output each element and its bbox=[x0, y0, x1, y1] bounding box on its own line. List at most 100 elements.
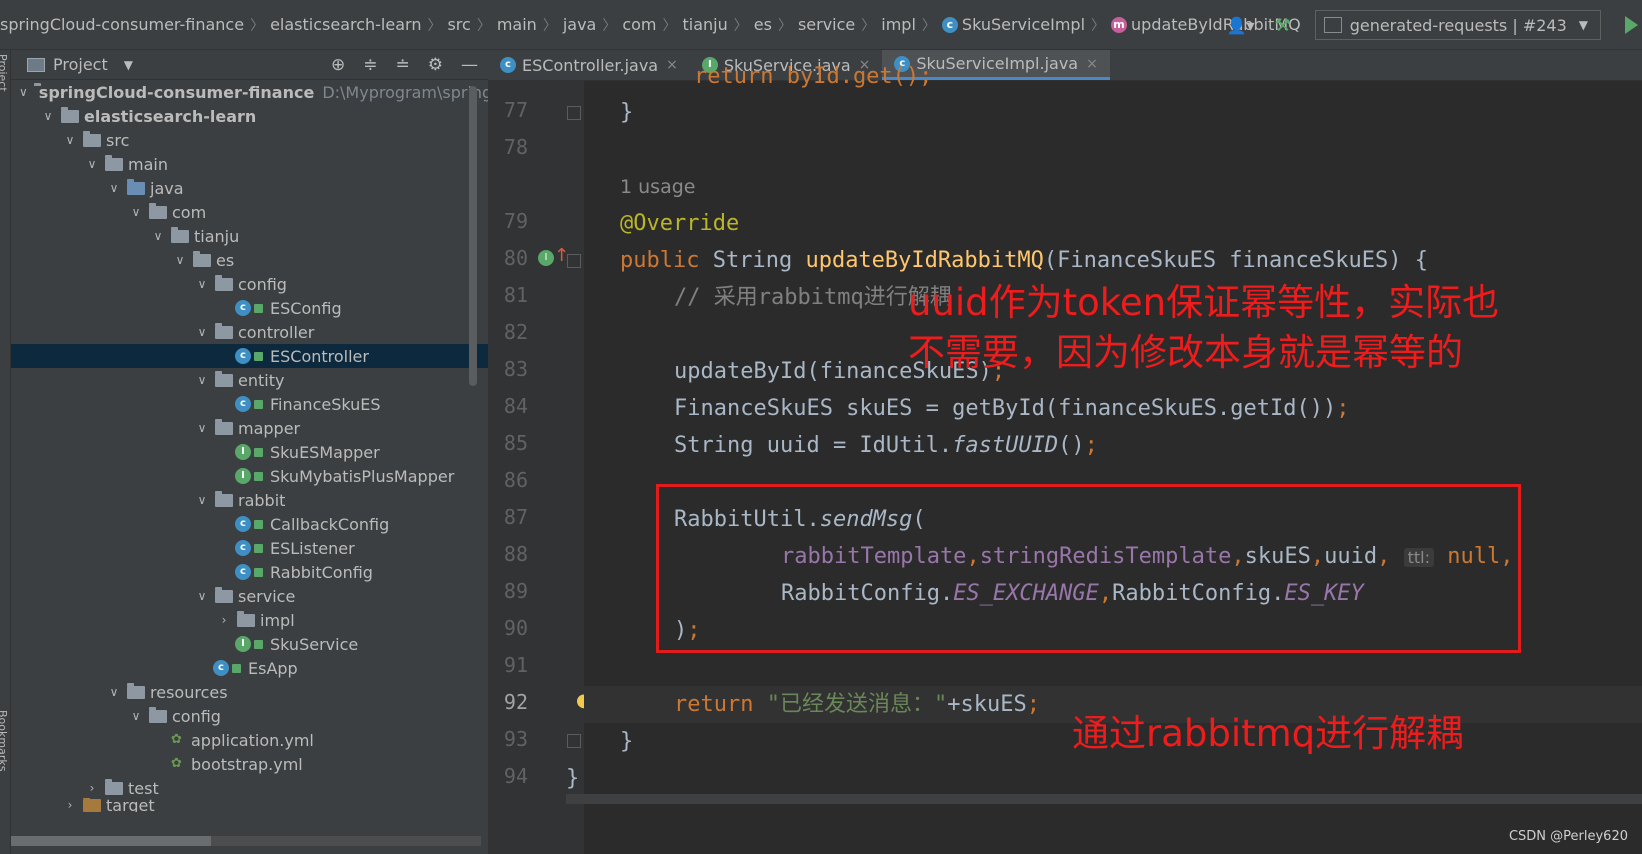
tree-item-rabbit[interactable]: ∨ rabbit bbox=[11, 488, 488, 512]
expand-all-icon[interactable]: ≑ bbox=[363, 55, 377, 75]
line-number: 83 bbox=[503, 357, 528, 381]
chevron-down-icon[interactable]: ∨ bbox=[195, 589, 209, 603]
breadcrumb-label: java bbox=[562, 15, 597, 34]
fold-marker-icon[interactable] bbox=[567, 106, 581, 120]
code-token: } bbox=[566, 766, 580, 791]
tree-item-tianju[interactable]: ∨ tianju bbox=[11, 224, 488, 248]
tree-item-project-root[interactable]: ∨ springCloud-consumer-finance D:\Myprogra… bbox=[11, 80, 488, 104]
chevron-down-icon[interactable]: ∨ bbox=[195, 421, 209, 435]
tree-item-entity[interactable]: ∨ entity bbox=[11, 368, 488, 392]
build-hammer-icon[interactable]: ⚒ bbox=[1275, 15, 1291, 36]
tree-item-es[interactable]: ∨ es bbox=[11, 248, 488, 272]
tree-item-callbackconfig[interactable]: c CallbackConfig bbox=[11, 512, 488, 536]
implements-method-icon[interactable]: I bbox=[538, 250, 554, 266]
locate-icon[interactable]: ⊕ bbox=[331, 55, 345, 75]
tree-item-config[interactable]: ∨ config bbox=[11, 272, 488, 296]
code-line: } bbox=[620, 94, 633, 131]
tree-item-src[interactable]: ∨ src bbox=[11, 128, 488, 152]
toolbar: 👤▾ ⚒ generated-requests | #243 ▼ bbox=[1227, 9, 1642, 41]
breadcrumb-item-main[interactable]: main 〉 bbox=[497, 15, 563, 35]
chevron-down-icon[interactable]: ∨ bbox=[107, 181, 121, 195]
tree-item-rabbitconfig[interactable]: c RabbitConfig bbox=[11, 560, 488, 584]
tree-item-label: elasticsearch-learn bbox=[84, 106, 257, 126]
breadcrumb-item-service[interactable]: service 〉 bbox=[798, 15, 881, 35]
tab-escontroller[interactable]: c ESController.java × bbox=[488, 50, 690, 80]
breadcrumb-item-java[interactable]: java 〉 bbox=[563, 15, 623, 35]
tree-item-escontroller[interactable]: c ESController bbox=[11, 344, 488, 368]
tree-item-skuservice[interactable]: I SkuService bbox=[11, 632, 488, 656]
tree-item-main[interactable]: ∨ main bbox=[11, 152, 488, 176]
tree-item-esconfig[interactable]: c ESConfig bbox=[11, 296, 488, 320]
close-icon[interactable]: × bbox=[1086, 56, 1098, 72]
code-line: } bbox=[566, 760, 579, 797]
tree-item-application-yml[interactable]: ✿ application.yml bbox=[11, 728, 488, 752]
tree-item-skumybatisplusmapper[interactable]: I SkuMybatisPlusMapper bbox=[11, 464, 488, 488]
run-icon[interactable] bbox=[1625, 16, 1638, 34]
breadcrumb-item-src[interactable]: src 〉 bbox=[447, 15, 496, 35]
fold-marker-icon[interactable] bbox=[567, 254, 581, 268]
vertical-scrollbar[interactable] bbox=[469, 86, 477, 386]
bookmarks-tool-button[interactable]: Bookmarks bbox=[0, 710, 9, 771]
breadcrumb-item-es[interactable]: es 〉 bbox=[754, 15, 798, 35]
run-configuration-select[interactable]: generated-requests | #243 ▼ bbox=[1314, 10, 1601, 40]
tree-item-java[interactable]: ∨ java bbox=[11, 176, 488, 200]
scrollbar-thumb[interactable] bbox=[11, 836, 211, 846]
tree-item-resources-config[interactable]: ∨ config bbox=[11, 704, 488, 728]
breadcrumb-item-impl[interactable]: impl 〉 bbox=[881, 15, 942, 35]
tree-item-esapp[interactable]: c EsApp bbox=[11, 656, 488, 680]
tree-item-controller[interactable]: ∨ controller bbox=[11, 320, 488, 344]
project-tool-window: Project ▼ ⊕ ≑ ≐ ⚙ — ∨ springCloud-consume… bbox=[11, 50, 488, 854]
breadcrumb-label: elasticsearch-learn bbox=[270, 15, 422, 34]
gear-icon[interactable]: ⚙ bbox=[428, 55, 443, 75]
hide-icon[interactable]: — bbox=[461, 55, 478, 75]
breadcrumb-item-class[interactable]: c SkuServiceImpl 〉 bbox=[941, 15, 1111, 35]
breadcrumb-item-tianju[interactable]: tianju 〉 bbox=[683, 15, 754, 35]
breadcrumb-item-project[interactable]: springCloud-consumer-finance 〉 bbox=[0, 15, 270, 35]
tree-item-bootstrap-yml[interactable]: ✿ bootstrap.yml bbox=[11, 752, 488, 776]
chevron-down-icon[interactable]: ∨ bbox=[85, 157, 99, 171]
tree-item-impl[interactable]: › impl bbox=[11, 608, 488, 632]
chevron-down-icon[interactable]: ∨ bbox=[107, 685, 121, 699]
fold-marker-icon[interactable] bbox=[567, 734, 581, 748]
arrow-up-icon[interactable]: ↑ bbox=[554, 245, 569, 266]
chevron-down-icon[interactable]: ∨ bbox=[195, 373, 209, 387]
tree-item-target[interactable]: › target bbox=[11, 798, 488, 812]
chevron-right-icon[interactable]: › bbox=[85, 781, 99, 795]
tree-item-eslistener[interactable]: c ESListener bbox=[11, 536, 488, 560]
chevron-down-icon[interactable]: ∨ bbox=[19, 85, 28, 99]
tree-item-mapper[interactable]: ∨ mapper bbox=[11, 416, 488, 440]
chevron-right-icon[interactable]: › bbox=[217, 613, 231, 627]
tree-item-resources[interactable]: ∨ resources bbox=[11, 680, 488, 704]
project-tool-button[interactable]: Project bbox=[0, 54, 9, 92]
tree-item-service[interactable]: ∨ service bbox=[11, 584, 488, 608]
chevron-down-icon[interactable]: ∨ bbox=[195, 277, 209, 291]
chevron-down-icon[interactable]: ∨ bbox=[151, 229, 165, 243]
user-icon[interactable]: 👤▾ bbox=[1227, 16, 1255, 35]
chevron-down-icon[interactable]: ∨ bbox=[63, 133, 77, 147]
line-number-gutter[interactable]: 77 78 79 80 81 82 83 84 85 86 87 88 89 9… bbox=[488, 80, 592, 854]
chevron-down-icon[interactable]: ▼ bbox=[124, 58, 133, 72]
chevron-down-icon[interactable]: ∨ bbox=[195, 325, 209, 339]
chevron-down-icon[interactable]: ∨ bbox=[173, 253, 187, 267]
breadcrumb-item-module[interactable]: elasticsearch-learn 〉 bbox=[270, 15, 447, 35]
tree-item-module[interactable]: ∨ elasticsearch-learn bbox=[11, 104, 488, 128]
close-icon[interactable]: × bbox=[666, 57, 678, 73]
tree-item-skuesmapper[interactable]: I SkuESMapper bbox=[11, 440, 488, 464]
chevron-right-icon[interactable]: › bbox=[63, 798, 77, 812]
chevron-down-icon[interactable]: ∨ bbox=[41, 109, 55, 123]
horizontal-scrollbar[interactable] bbox=[11, 836, 481, 846]
tree-item-financeskues[interactable]: c FinanceSkuES bbox=[11, 392, 488, 416]
chevron-down-icon[interactable]: ∨ bbox=[195, 493, 209, 507]
editor-horizontal-scrollbar[interactable] bbox=[566, 794, 1642, 804]
project-panel-title[interactable]: Project bbox=[53, 55, 108, 74]
tree-item-label: resources bbox=[150, 682, 228, 702]
breadcrumb-item-com[interactable]: com 〉 bbox=[622, 15, 682, 35]
usage-hint[interactable]: 1 usage bbox=[620, 176, 695, 198]
code-editor: c ESController.java × I SkuService.java … bbox=[488, 50, 1642, 854]
tree-item-test[interactable]: › test bbox=[11, 776, 488, 800]
visibility-icon bbox=[254, 351, 263, 361]
collapse-all-icon[interactable]: ≐ bbox=[396, 55, 410, 75]
chevron-down-icon[interactable]: ∨ bbox=[129, 205, 143, 219]
tree-item-com[interactable]: ∨ com bbox=[11, 200, 488, 224]
chevron-down-icon[interactable]: ∨ bbox=[129, 709, 143, 723]
